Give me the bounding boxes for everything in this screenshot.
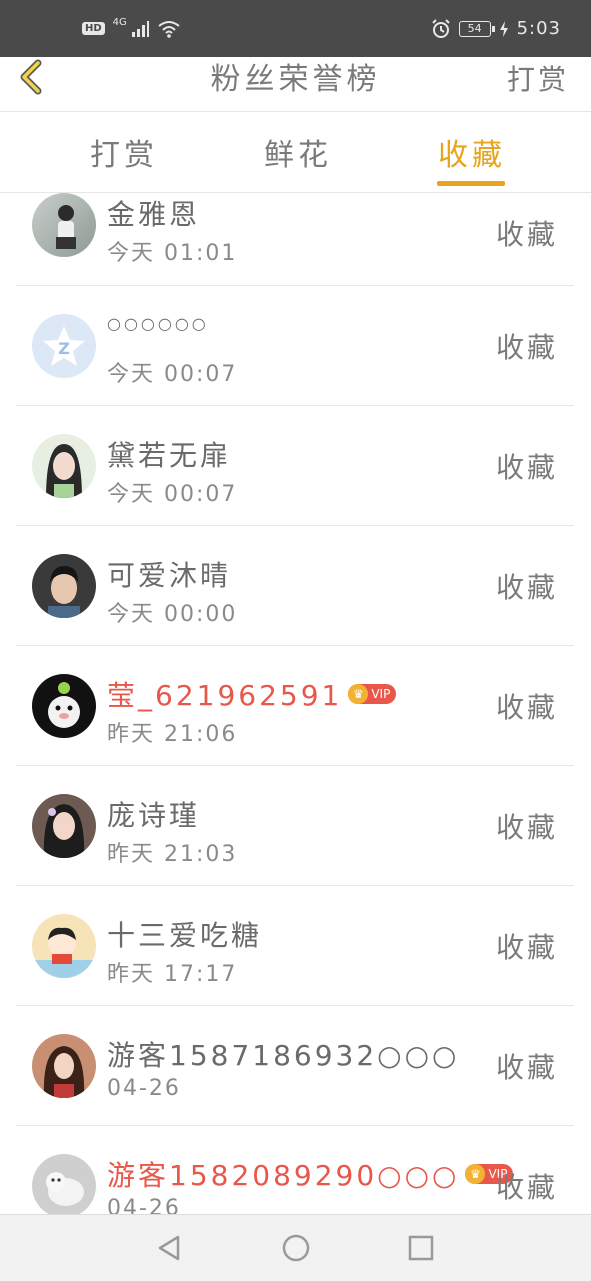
list-item[interactable]: 庞诗瑾 昨天 21:03 收藏 [16,766,574,886]
page-title: 粉丝荣誉榜 [210,62,381,97]
favorite-time: 今天 00:07 [107,362,238,387]
svg-text:Z: Z [58,339,70,358]
favorite-time: 昨天 21:03 [107,842,238,867]
nav-back-button[interactable] [154,1233,184,1263]
user-name: 莹_621962591 ♛ VIP [107,674,397,714]
user-name: 庞诗瑾 [107,799,201,832]
list-item[interactable]: 金雅恩 今天 01:01 收藏 [16,193,574,286]
favorite-time: 昨天 21:06 [107,722,238,747]
favorite-time: 昨天 17:17 [107,962,238,987]
favorite-time: 今天 00:07 [107,482,238,507]
avatar[interactable] [32,794,96,858]
status-right: 54 5:03 [431,18,561,39]
charging-icon [499,20,508,37]
active-tab-indicator [437,181,505,186]
home-circle-icon [282,1234,310,1262]
alarm-icon [431,18,450,38]
vip-badge: ♛ VIP [348,684,397,704]
list-item[interactable]: 黛若无扉 今天 00:07 收藏 [16,406,574,526]
user-name: 可爱沐晴 [107,559,232,592]
list-item[interactable]: 十三爱吃糖 昨天 17:17 收藏 [16,886,574,1006]
crown-icon: ♛ [465,1164,486,1184]
favorite-time: 今天 00:00 [107,602,238,627]
signal-icon [131,20,149,37]
user-name: ○○○○○○ [107,314,209,333]
avatar[interactable] [32,674,96,738]
user-name: 游客1587186932○○○ [107,1039,460,1072]
list-item[interactable]: Z ○○○○○○ 今天 00:07 收藏 [16,286,574,406]
reward-button[interactable]: 打赏 [507,57,569,103]
nav-recents-button[interactable] [406,1233,436,1263]
user-name: 游客1582089290○○○ ♛ VIP [107,1154,514,1194]
tab-favorites[interactable]: 收藏 [438,130,506,174]
avatar[interactable] [32,554,96,618]
avatar[interactable] [32,1034,96,1098]
favorite-label: 收藏 [495,451,558,484]
tab-bar: 打赏 鲜花 收藏 [0,112,591,193]
tab-flowers[interactable]: 鲜花 [264,130,332,174]
list-item[interactable]: 可爱沐晴 今天 00:00 收藏 [16,526,574,646]
nav-home-button[interactable] [281,1233,311,1263]
app-header: 粉丝荣誉榜 打赏 [0,57,591,112]
back-triangle-icon [158,1235,180,1261]
favorite-time: 04-26 [107,1076,181,1101]
user-name: 金雅恩 [107,198,201,231]
avatar[interactable] [32,193,96,257]
favorite-label: 收藏 [495,571,558,604]
user-name: 黛若无扉 [107,439,232,472]
hd-badge: HD [82,22,105,35]
favorite-label: 收藏 [495,331,558,364]
qq-star-icon: Z [43,326,85,366]
list-item[interactable]: 游客1587186932○○○ 04-26 收藏 [16,1006,574,1126]
avatar[interactable] [32,914,96,978]
status-bar: HD 4G 54 5:03 [0,0,591,57]
favorite-label: 收藏 [495,811,558,844]
battery-indicator: 54 [458,20,495,37]
recents-square-icon [408,1235,434,1261]
network-type: 4G [112,17,127,28]
system-nav-bar [0,1214,591,1281]
avatar[interactable]: Z [32,314,96,378]
favorite-label: 收藏 [495,218,558,251]
favorite-label: 收藏 [495,1051,558,1084]
crown-icon: ♛ [348,684,369,704]
favorite-time: 今天 01:01 [107,241,238,266]
status-left: HD 4G [82,17,181,38]
favorite-label: 收藏 [495,691,558,724]
user-name: 十三爱吃糖 [107,919,263,952]
favorite-label: 收藏 [495,931,558,964]
clock: 5:03 [516,18,561,39]
favorite-label: 收藏 [495,1171,558,1204]
avatar[interactable] [32,1154,96,1218]
fan-list: 金雅恩 今天 01:01 收藏 Z ○○○○○○ 今天 00:07 收藏 黛若无… [16,193,574,1245]
list-item[interactable]: 莹_621962591 ♛ VIP 昨天 21:06 收藏 [16,646,574,766]
avatar[interactable] [32,434,96,498]
tab-reward[interactable]: 打赏 [90,130,158,174]
wifi-icon [158,20,180,38]
